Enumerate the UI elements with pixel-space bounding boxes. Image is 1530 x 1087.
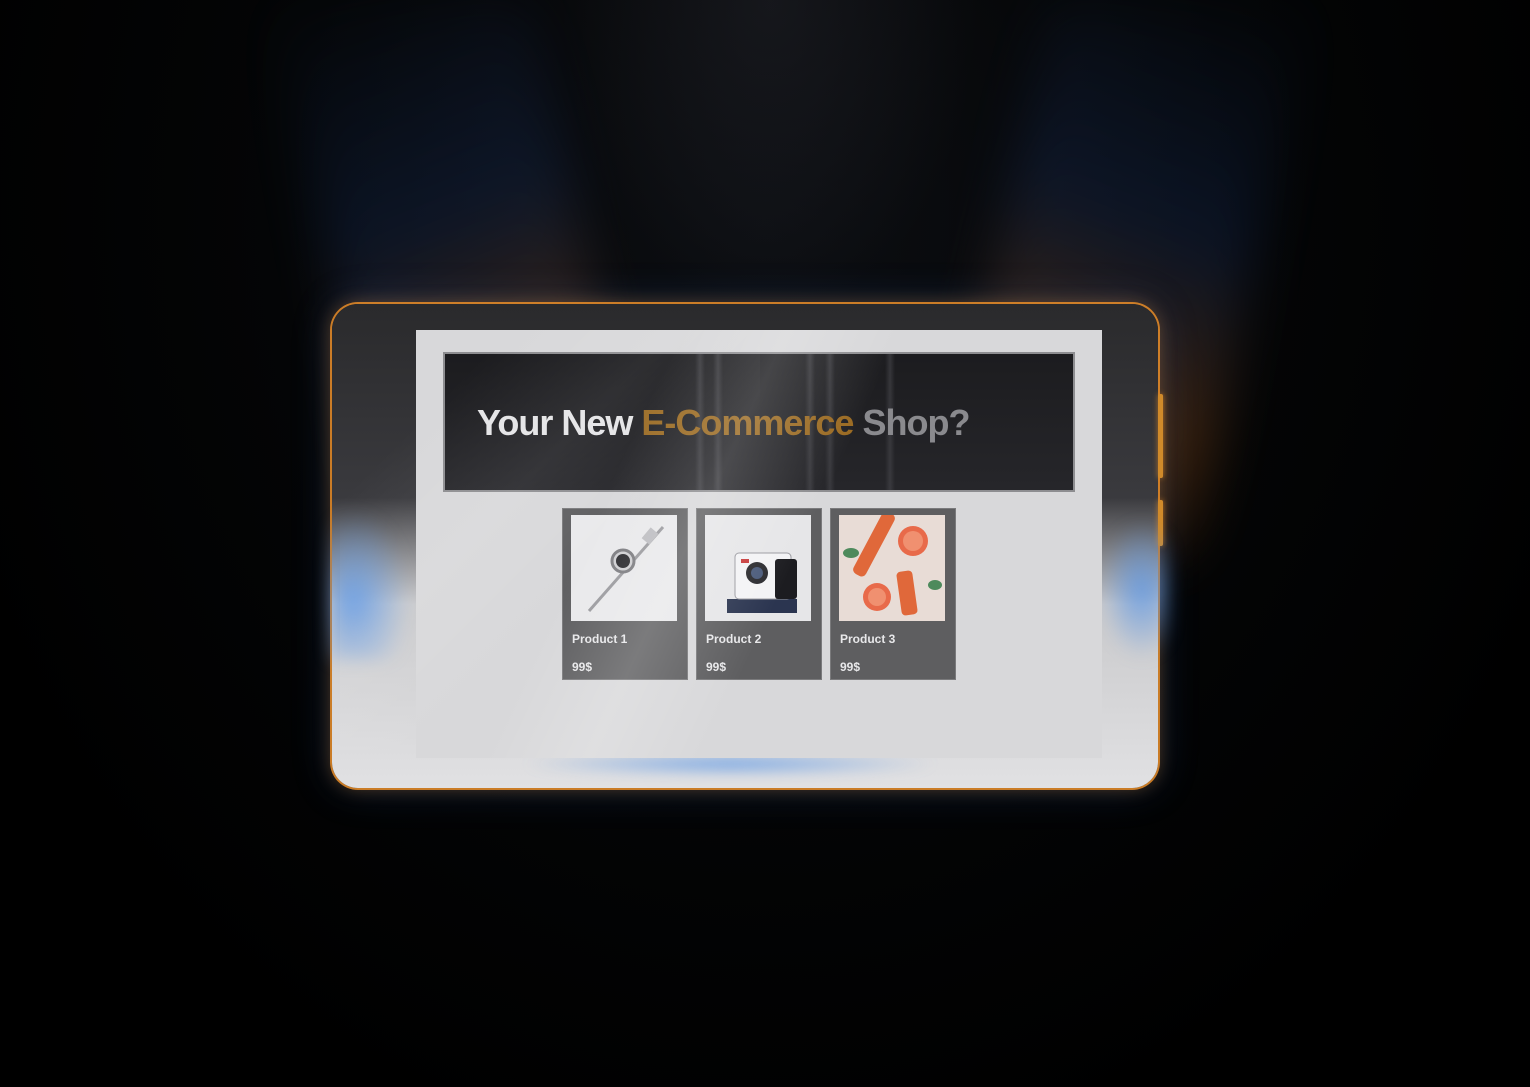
hero-title-part-1: Your New	[477, 402, 642, 443]
hero-title-part-3: Shop?	[853, 402, 970, 443]
product-card[interactable]: Product 1 99$	[562, 508, 688, 680]
product-card[interactable]: Product 2 99$	[696, 508, 822, 680]
hero-banner: Your New E-Commerce Shop?	[443, 352, 1075, 492]
product-card[interactable]: Product 3 99$	[830, 508, 956, 680]
tablet-volume-button	[1158, 394, 1163, 478]
product-price: 99$	[572, 660, 593, 674]
edge-glow-right	[1100, 520, 1170, 660]
product-name[interactable]: Product 3	[840, 632, 895, 646]
edge-glow-left	[330, 510, 410, 660]
instant-camera-image	[705, 515, 811, 621]
hero-title-highlight: E-Commerce	[641, 402, 854, 443]
product-name[interactable]: Product 2	[706, 632, 761, 646]
hero-title: Your New E-Commerce Shop?	[477, 402, 970, 444]
tablet-screen: Your New E-Commerce Shop? Product 1 99$	[416, 330, 1102, 758]
product-name[interactable]: Product 1	[572, 632, 627, 646]
product-price: 99$	[706, 660, 727, 674]
product-grid: Product 1 99$ Product 2 99$ Product 3 99…	[562, 508, 956, 680]
smartwatch-image	[571, 515, 677, 621]
grapefruit-cosmetics-image	[839, 515, 945, 621]
product-price: 99$	[840, 660, 861, 674]
render-stage: Your New E-Commerce Shop? Product 1 99$	[0, 0, 1530, 1087]
ambient-glow	[560, 0, 980, 320]
